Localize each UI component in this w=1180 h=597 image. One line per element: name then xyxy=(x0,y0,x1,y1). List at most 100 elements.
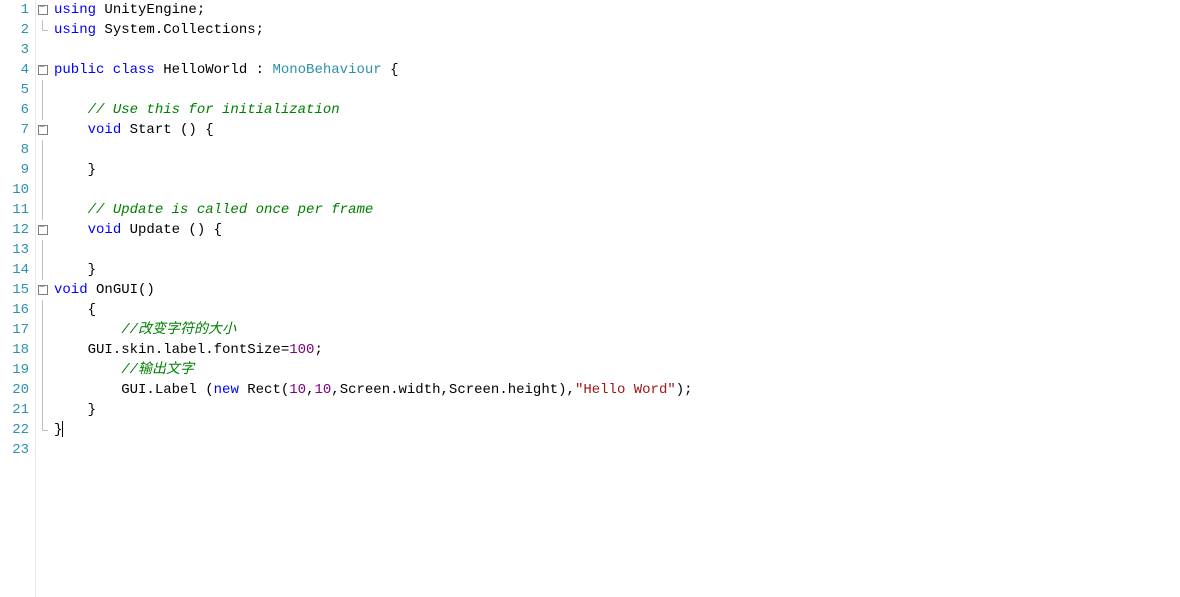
code-line[interactable]: void Update () { xyxy=(54,220,1180,240)
token-pln: ,Screen.width,Screen.height), xyxy=(331,382,575,398)
line-number: 22 xyxy=(0,420,29,440)
line-number: 1 xyxy=(0,0,29,20)
fold-toggle-icon[interactable] xyxy=(36,220,50,240)
fold-toggle-icon[interactable] xyxy=(36,0,50,20)
token-pln: } xyxy=(54,162,96,178)
line-number: 7 xyxy=(0,120,29,140)
line-number-gutter: 1234567891011121314151617181920212223 xyxy=(0,0,36,597)
token-pln xyxy=(54,102,88,118)
code-line[interactable]: { xyxy=(54,300,1180,320)
token-comment: // Update is called once per frame xyxy=(88,202,374,218)
token-pln: ); xyxy=(676,382,693,398)
fold-guide xyxy=(36,300,50,320)
code-area[interactable]: using UnityEngine;using System.Collectio… xyxy=(50,0,1180,597)
code-line[interactable]: using System.Collections; xyxy=(54,20,1180,40)
fold-guide xyxy=(36,260,50,280)
token-kw: new xyxy=(214,382,248,398)
token-pln: System.Collections xyxy=(104,22,255,38)
token-num: 10 xyxy=(314,382,331,398)
fold-guide xyxy=(36,80,50,100)
line-number: 9 xyxy=(0,160,29,180)
token-pln: ; xyxy=(197,2,205,18)
token-num: 100 xyxy=(289,342,314,358)
code-line[interactable]: // Update is called once per frame xyxy=(54,200,1180,220)
line-number: 14 xyxy=(0,260,29,280)
fold-guide xyxy=(36,380,50,400)
token-pln: { xyxy=(54,302,96,318)
code-line[interactable]: GUI.skin.label.fontSize=100; xyxy=(54,340,1180,360)
token-num: 10 xyxy=(289,382,306,398)
token-pln: UnityEngine xyxy=(104,2,196,18)
line-number: 17 xyxy=(0,320,29,340)
code-line[interactable] xyxy=(54,240,1180,260)
token-pln: { xyxy=(382,62,399,78)
fold-toggle-icon[interactable] xyxy=(36,60,50,80)
token-pln xyxy=(54,362,121,378)
line-number: 12 xyxy=(0,220,29,240)
code-line[interactable]: } xyxy=(54,420,1180,440)
line-number: 11 xyxy=(0,200,29,220)
fold-guide xyxy=(36,340,50,360)
token-str: "Hello Word" xyxy=(575,382,676,398)
token-pln xyxy=(54,322,121,338)
fold-column[interactable] xyxy=(36,0,50,597)
line-number: 2 xyxy=(0,20,29,40)
line-number: 6 xyxy=(0,100,29,120)
token-pln: OnGUI() xyxy=(96,282,155,298)
fold-toggle-icon[interactable] xyxy=(36,120,50,140)
token-kw: void xyxy=(88,122,130,138)
token-pln: ; xyxy=(256,22,264,38)
token-pln: GUI.skin.label.fontSize= xyxy=(54,342,289,358)
token-pln: GUI.Label ( xyxy=(54,382,214,398)
code-line[interactable]: } xyxy=(54,260,1180,280)
code-line[interactable]: void Start () { xyxy=(54,120,1180,140)
code-line[interactable] xyxy=(54,440,1180,460)
fold-guide xyxy=(36,160,50,180)
line-number: 13 xyxy=(0,240,29,260)
code-line[interactable] xyxy=(54,80,1180,100)
token-pln xyxy=(54,182,88,198)
line-number: 21 xyxy=(0,400,29,420)
token-pln xyxy=(54,222,88,238)
code-line[interactable]: using UnityEngine; xyxy=(54,0,1180,20)
line-number: 15 xyxy=(0,280,29,300)
token-pln: : xyxy=(247,62,272,78)
code-line[interactable]: public class HelloWorld : MonoBehaviour … xyxy=(54,60,1180,80)
fold-toggle-icon[interactable] xyxy=(36,280,50,300)
code-line[interactable]: //改变字符的大小 xyxy=(54,320,1180,340)
fold-guide xyxy=(36,140,50,160)
token-pln: ; xyxy=(314,342,322,358)
token-pln: Update () { xyxy=(130,222,222,238)
token-kw: public class xyxy=(54,62,163,78)
token-kw: using xyxy=(54,22,104,38)
code-line[interactable]: GUI.Label (new Rect(10,10,Screen.width,S… xyxy=(54,380,1180,400)
fold-guide xyxy=(36,100,50,120)
token-type: MonoBehaviour xyxy=(272,62,381,78)
code-line[interactable] xyxy=(54,40,1180,60)
line-number: 5 xyxy=(0,80,29,100)
line-number: 16 xyxy=(0,300,29,320)
code-line[interactable]: } xyxy=(54,160,1180,180)
code-line[interactable]: void OnGUI() xyxy=(54,280,1180,300)
token-comment: //改变字符的大小 xyxy=(121,322,236,338)
code-line[interactable] xyxy=(54,140,1180,160)
line-number: 10 xyxy=(0,180,29,200)
text-caret xyxy=(62,421,63,437)
fold-empty xyxy=(36,440,50,460)
token-pln xyxy=(54,202,88,218)
token-pln: Rect( xyxy=(247,382,289,398)
token-comment: //输出文字 xyxy=(121,362,194,378)
code-line[interactable]: //输出文字 xyxy=(54,360,1180,380)
token-kw: void xyxy=(88,222,130,238)
token-pln: } xyxy=(54,422,62,438)
code-line[interactable]: // Use this for initialization xyxy=(54,100,1180,120)
line-number: 8 xyxy=(0,140,29,160)
code-editor[interactable]: 1234567891011121314151617181920212223 us… xyxy=(0,0,1180,597)
fold-guide-end xyxy=(36,420,50,440)
token-pln: } xyxy=(54,262,96,278)
token-comment: // Use this for initialization xyxy=(88,102,340,118)
code-line[interactable]: } xyxy=(54,400,1180,420)
line-number: 20 xyxy=(0,380,29,400)
code-line[interactable] xyxy=(54,180,1180,200)
token-pln xyxy=(54,242,88,258)
